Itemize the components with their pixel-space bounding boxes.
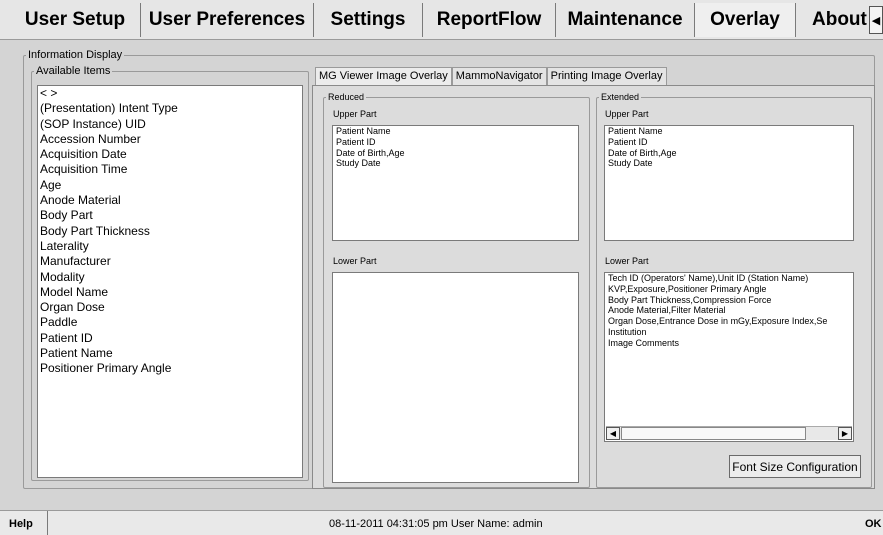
extended-upper-label: Upper Part — [605, 109, 649, 119]
available-item[interactable]: (Presentation) Intent Type — [38, 101, 302, 116]
overlay-sub-tabs: MG Viewer Image Overlay MammoNavigator Pri… — [315, 67, 667, 86]
tab-overlay[interactable]: Overlay — [695, 3, 796, 37]
subtab-printing-image-overlay[interactable]: Printing Image Overlay — [546, 67, 667, 86]
scroll-right-icon[interactable]: ▶ — [838, 427, 852, 440]
tab-scroll-left-icon[interactable]: ◀ — [869, 6, 883, 34]
extended-lower-item[interactable]: Body Part Thickness,Compression Force — [605, 295, 853, 306]
reduced-lower-label: Lower Part — [333, 256, 377, 266]
reduced-upper-label: Upper Part — [333, 109, 377, 119]
extended-lower-item[interactable]: Organ Dose,Entrance Dose in mGy,Exposure… — [605, 316, 853, 327]
ok-button[interactable]: OK — [865, 518, 882, 530]
extended-lower-item[interactable]: Anode Material,Filter Material — [605, 305, 853, 316]
extended-lower-item[interactable]: Image Comments — [605, 338, 853, 349]
available-item[interactable]: Laterality — [38, 239, 302, 254]
available-item[interactable]: Age — [38, 178, 302, 193]
tab-user-setup[interactable]: User Setup — [10, 3, 141, 37]
help-button[interactable]: Help — [0, 511, 48, 535]
reduced-upper-list[interactable]: Patient Name Patient ID Date of Birth,Age S… — [332, 125, 579, 241]
available-item[interactable]: Manufacturer — [38, 254, 302, 269]
scroll-left-icon[interactable]: ◀ — [606, 427, 620, 440]
available-items-list[interactable]: < > (Presentation) Intent Type (SOP Instan… — [37, 85, 303, 478]
tab-user-preferences[interactable]: User Preferences — [141, 3, 314, 37]
extended-lower-item[interactable]: Tech ID (Operators' Name),Unit ID (Stati… — [605, 273, 853, 284]
extended-upper-item[interactable]: Study Date — [605, 158, 853, 169]
reduced-upper-item[interactable]: Patient Name — [333, 126, 578, 137]
tab-maintenance[interactable]: Maintenance — [556, 3, 695, 37]
available-item[interactable]: Paddle — [38, 315, 302, 330]
extended-upper-list[interactable]: Patient Name Patient ID Date of Birth,Age S… — [604, 125, 854, 241]
available-item[interactable]: Positioner Primary Angle — [38, 361, 302, 376]
reduced-legend: Reduced — [328, 92, 365, 102]
status-text: 08-11-2011 04:31:05 pm User Name: admin — [329, 518, 543, 530]
extended-upper-item[interactable]: Patient Name — [605, 126, 853, 137]
reduced-upper-item[interactable]: Patient ID — [333, 137, 578, 148]
reduced-upper-item[interactable]: Date of Birth,Age — [333, 148, 578, 159]
extended-lower-item[interactable]: KVP,Exposure,Positioner Primary Angle — [605, 284, 853, 295]
available-item[interactable]: Model Name — [38, 285, 302, 300]
extended-lower-hscrollbar[interactable]: ◀ ▶ — [606, 426, 852, 440]
available-item[interactable]: Acquisition Time — [38, 162, 302, 177]
information-display-legend: Information Display — [28, 49, 123, 61]
available-items-legend: Available Items — [36, 65, 111, 77]
tab-about[interactable]: About — [796, 3, 869, 37]
extended-lower-label: Lower Part — [605, 256, 649, 266]
status-bar: Help 08-11-2011 04:31:05 pm User Name: a… — [0, 510, 883, 535]
tab-reportflow[interactable]: ReportFlow — [423, 3, 556, 37]
extended-lower-item[interactable]: Institution — [605, 327, 853, 338]
available-item[interactable]: Acquisition Date — [38, 147, 302, 162]
available-item[interactable]: Accession Number — [38, 132, 302, 147]
available-item[interactable]: Anode Material — [38, 193, 302, 208]
available-item[interactable]: < > — [38, 86, 302, 101]
reduced-upper-item[interactable]: Study Date — [333, 158, 578, 169]
available-item[interactable]: Organ Dose — [38, 300, 302, 315]
available-item[interactable]: Patient Name — [38, 346, 302, 361]
available-item[interactable]: Patient ID — [38, 331, 302, 346]
font-size-configuration-button[interactable]: Font Size Configuration — [729, 455, 861, 478]
scroll-thumb[interactable] — [621, 427, 806, 440]
extended-legend: Extended — [601, 92, 640, 102]
available-item[interactable]: (SOP Instance) UID — [38, 117, 302, 132]
tab-settings[interactable]: Settings — [314, 3, 423, 37]
overlay-panel: Information Display Available Items < >(… — [0, 40, 883, 510]
extended-lower-list[interactable]: Tech ID (Operators' Name),Unit ID (Stati… — [604, 272, 854, 442]
reduced-lower-list[interactable] — [332, 272, 579, 483]
available-item[interactable]: Modality — [38, 270, 302, 285]
extended-upper-item[interactable]: Patient ID — [605, 137, 853, 148]
available-item[interactable]: Body Part Thickness — [38, 224, 302, 239]
main-tab-bar: User Setup User Preferences Settings Rep… — [0, 0, 883, 40]
extended-upper-item[interactable]: Date of Birth,Age — [605, 148, 853, 159]
subtab-mg-viewer-image-overlay[interactable]: MG Viewer Image Overlay — [315, 67, 452, 86]
mg-viewer-overlay-panel: Reduced Upper Part Patient Name Patient I… — [312, 85, 875, 489]
available-item[interactable]: Body Part — [38, 208, 302, 223]
subtab-mammonavigator[interactable]: MammoNavigator — [451, 67, 547, 86]
